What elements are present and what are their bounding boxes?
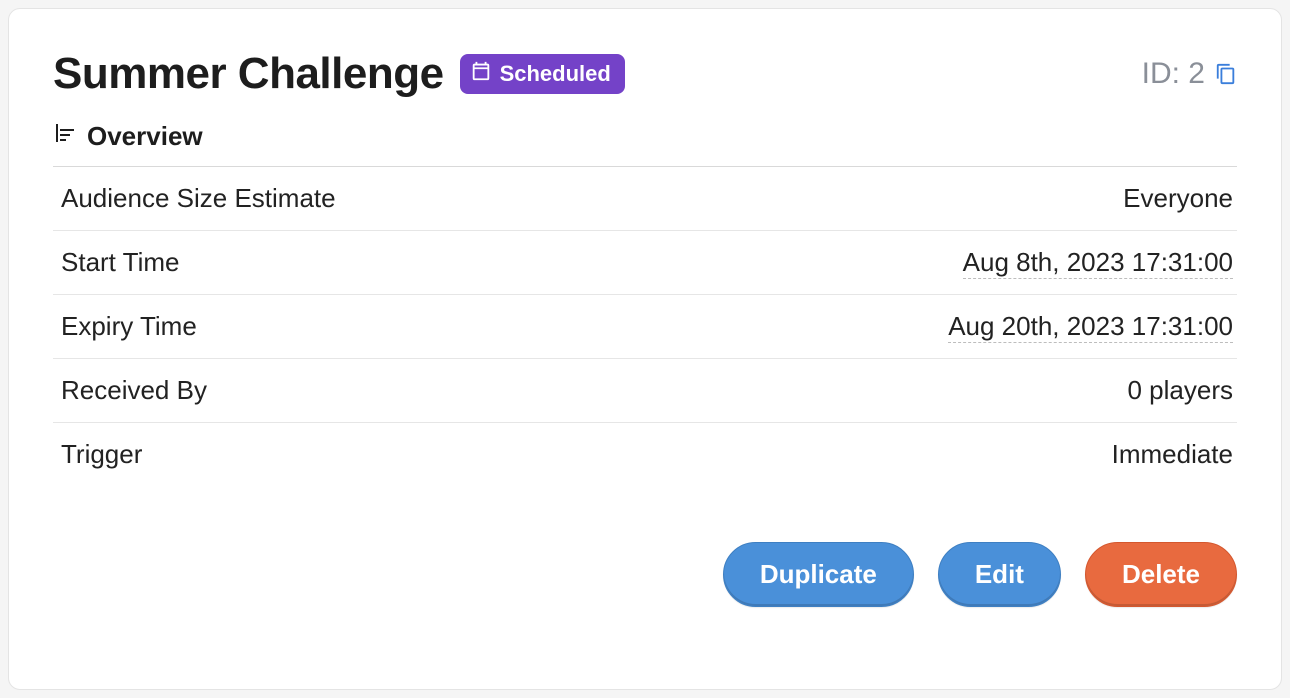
duplicate-button[interactable]: Duplicate	[723, 542, 914, 607]
overview-row-label: Received By	[61, 375, 207, 406]
overview-row-value: Aug 8th, 2023 17:31:00	[963, 247, 1233, 278]
overview-row-value: Everyone	[1123, 183, 1233, 214]
id-label: ID: 2	[1142, 57, 1205, 91]
header-row: Summer Challenge Scheduled ID: 2	[53, 49, 1237, 99]
page-title: Summer Challenge	[53, 49, 444, 99]
overview-row: Audience Size Estimate Everyone	[53, 167, 1237, 231]
detail-card: Summer Challenge Scheduled ID: 2 Overvie…	[8, 8, 1282, 690]
edit-button[interactable]: Edit	[938, 542, 1061, 607]
overview-row-label: Trigger	[61, 439, 142, 470]
calendar-icon	[470, 60, 492, 88]
overview-row: Received By 0 players	[53, 359, 1237, 423]
overview-section-label: Overview	[87, 121, 203, 152]
overview-row-label: Expiry Time	[61, 311, 197, 342]
overview-row-label: Start Time	[61, 247, 179, 278]
overview-row-value: Immediate	[1112, 439, 1233, 470]
actions-row: Duplicate Edit Delete	[53, 542, 1237, 607]
id-wrap: ID: 2	[1142, 57, 1237, 91]
title-wrap: Summer Challenge Scheduled	[53, 49, 625, 99]
overview-row-label: Audience Size Estimate	[61, 183, 336, 214]
status-badge-label: Scheduled	[500, 61, 611, 87]
overview-row-value: 0 players	[1128, 375, 1234, 406]
overview-section-header: Overview	[53, 121, 1237, 167]
bar-chart-icon	[53, 121, 77, 152]
overview-row-value-text: Aug 8th, 2023 17:31:00	[963, 247, 1233, 279]
overview-row-value-text: Everyone	[1123, 183, 1233, 213]
overview-row-value: Aug 20th, 2023 17:31:00	[948, 311, 1233, 342]
overview-row: Trigger Immediate	[53, 423, 1237, 486]
status-badge: Scheduled	[460, 54, 625, 94]
overview-row: Expiry Time Aug 20th, 2023 17:31:00	[53, 295, 1237, 359]
delete-button[interactable]: Delete	[1085, 542, 1237, 607]
overview-row: Start Time Aug 8th, 2023 17:31:00	[53, 231, 1237, 295]
overview-row-value-text: Immediate	[1112, 439, 1233, 469]
overview-row-value-text: Aug 20th, 2023 17:31:00	[948, 311, 1233, 343]
copy-icon[interactable]	[1215, 63, 1237, 85]
overview-list: Audience Size Estimate Everyone Start Time…	[53, 167, 1237, 486]
overview-row-value-text: 0 players	[1128, 375, 1234, 405]
